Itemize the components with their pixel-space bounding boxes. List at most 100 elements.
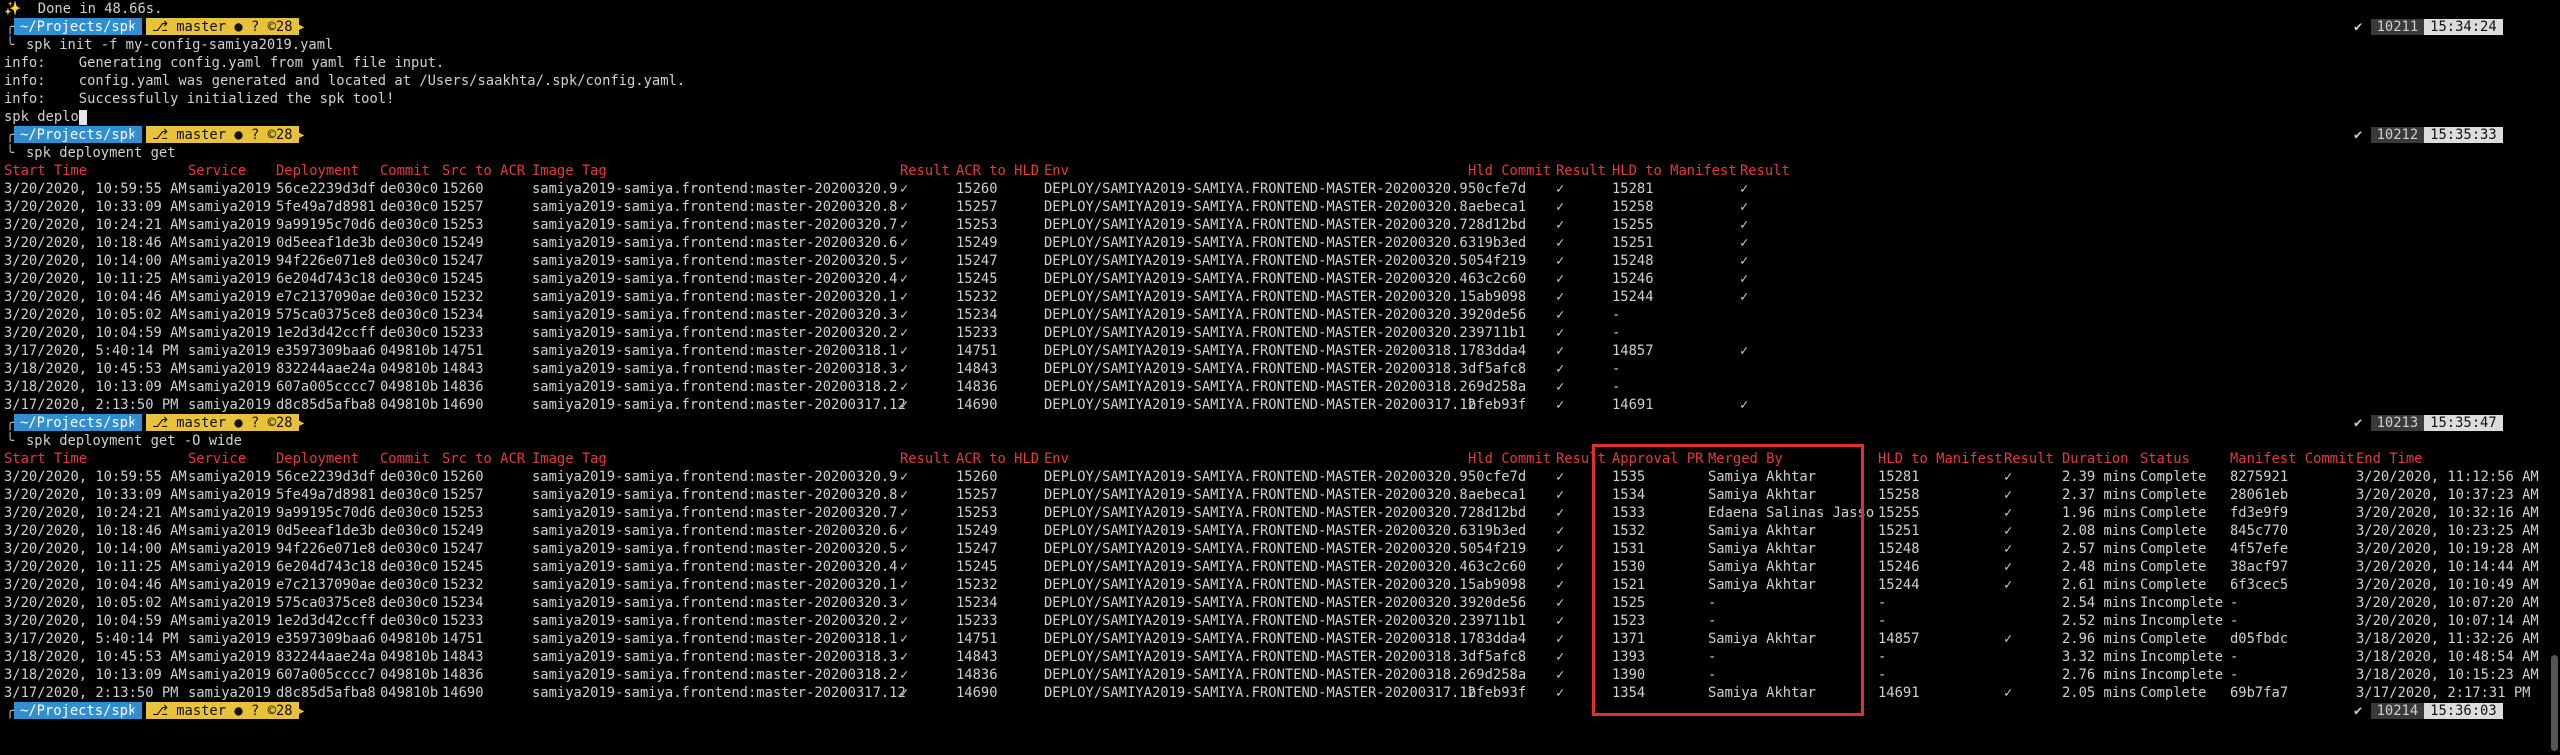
table-cell: 3/20/2020, 10:18:46 AM	[4, 523, 187, 539]
table-cell: DEPLOY/SAMIYA2019-SAMIYA.FRONTEND-MASTER…	[1044, 379, 1468, 395]
table-cell: 3/17/2020, 5:40:14 PM	[4, 631, 179, 647]
table-cell: 69b7fa7	[2230, 685, 2289, 701]
table-cell: 3/18/2020, 10:13:09 AM	[4, 379, 187, 395]
done-message: ✨ Done in 48.66s.	[4, 1, 163, 17]
table-cell: 3/20/2020, 10:04:46 AM	[4, 577, 187, 593]
table-cell: 15247	[442, 541, 484, 557]
table-cell: samiya2019-samiya.frontend:master-202003…	[532, 253, 898, 269]
table-cell: DEPLOY/SAMIYA2019-SAMIYA.FRONTEND-MASTER…	[1044, 289, 1468, 305]
table-cell: samiya2019	[188, 505, 272, 521]
table-row: 3/17/2020, 2:13:50 PM samiya2019 d8c85d5af…	[0, 684, 2560, 702]
table-cell: 3/20/2020, 10:11:25 AM	[4, 271, 187, 287]
table-cell: samiya2019	[188, 667, 272, 683]
table-cell: ✓	[2004, 541, 2013, 557]
table-row: 3/20/2020, 10:59:55 AM samiya2019 56ce2239…	[0, 180, 2560, 198]
table-cell: 319b3ed	[1468, 523, 1527, 539]
table-cell: Complete	[2140, 685, 2207, 701]
table-cell: 15248	[1878, 541, 1920, 557]
command-text: spk deployment get	[26, 145, 176, 161]
output-line: info: config.yaml was generated and loca…	[0, 72, 2560, 90]
typed-command: spk deplo	[4, 109, 79, 125]
table-cell: 6f3cec5	[2230, 577, 2289, 593]
table-cell: ✓	[1556, 487, 1565, 503]
check-icon: ✔	[2354, 127, 2371, 143]
table-cell: ✓	[900, 397, 909, 413]
table-cell: 575ca0375ce8	[276, 307, 376, 323]
table-cell: 2.52 mins	[2062, 613, 2137, 629]
table-cell: 15233	[442, 325, 484, 341]
table-cell: d05fbdc	[2230, 631, 2289, 647]
table-cell: DEPLOY/SAMIYA2019-SAMIYA.FRONTEND-MASTER…	[1044, 469, 1468, 485]
table-cell: ✓	[900, 559, 909, 575]
output-line: info: Successfully initialized the spk t…	[0, 90, 2560, 108]
table-cell: 14843	[956, 649, 998, 665]
column-header: ACR to HLD	[956, 451, 1040, 467]
column-header: HLD to Manifest	[1612, 163, 1737, 179]
prompt-corner-icon: ╭	[6, 127, 15, 143]
prompt-path: ~/Projects/spk	[14, 18, 143, 35]
table-cell: samiya2019-samiya.frontend:master-202003…	[532, 595, 898, 611]
table-cell: 3/20/2020, 10:07:14 AM	[2356, 613, 2539, 629]
table-cell: DEPLOY/SAMIYA2019-SAMIYA.FRONTEND-MASTER…	[1044, 541, 1468, 557]
prompt-time: 15:34:24	[2424, 19, 2503, 35]
table-cell: DEPLOY/SAMIYA2019-SAMIYA.FRONTEND-MASTER…	[1044, 631, 1468, 647]
table-cell: 14690	[956, 685, 998, 701]
scrollbar[interactable]	[2551, 655, 2558, 751]
table-cell: 3/20/2020, 10:11:25 AM	[4, 559, 187, 575]
table-cell: DEPLOY/SAMIYA2019-SAMIYA.FRONTEND-MASTER…	[1044, 595, 1468, 611]
table-cell: ✓	[1556, 235, 1565, 251]
table-cell: ✓	[1740, 217, 1749, 233]
table-cell: 15244	[1878, 577, 1920, 593]
table-cell: samiya2019	[188, 397, 272, 413]
table-cell: samiya2019-samiya.frontend:master-202003…	[532, 559, 898, 575]
prompt-arrow-icon: ▶	[296, 703, 305, 719]
table-cell: DEPLOY/SAMIYA2019-SAMIYA.FRONTEND-MASTER…	[1044, 487, 1468, 503]
table-cell: ✓	[900, 253, 909, 269]
table-cell: samiya2019	[188, 235, 272, 251]
table-row: 3/20/2020, 10:04:59 AM samiya2019 1e2d3d42…	[0, 324, 2560, 342]
table-cell: Complete	[2140, 487, 2207, 503]
prompt-arrow-icon: ▶	[296, 415, 305, 431]
table-cell: samiya2019-samiya.frontend:master-202003…	[532, 487, 898, 503]
table-cell: ✓	[900, 613, 909, 629]
prompt-path: ~/Projects/spk	[14, 702, 143, 719]
table-cell: 15246	[1878, 559, 1920, 575]
table-cell: ✓	[1740, 253, 1749, 269]
table-cell: ✓	[1556, 595, 1565, 611]
table-cell: 14690	[956, 397, 998, 413]
column-header: Deployment	[276, 163, 360, 179]
table-cell: 8275921	[2230, 469, 2289, 485]
table-cell: Incomplete	[2140, 613, 2224, 629]
table-cell: DEPLOY/SAMIYA2019-SAMIYA.FRONTEND-MASTER…	[1044, 271, 1468, 287]
table-cell: DEPLOY/SAMIYA2019-SAMIYA.FRONTEND-MASTER…	[1044, 307, 1468, 323]
table-cell: DEPLOY/SAMIYA2019-SAMIYA.FRONTEND-MASTER…	[1044, 325, 1468, 341]
table-cell: 15245	[442, 271, 484, 287]
table-cell: de030c0	[380, 253, 439, 269]
table-cell: e7c2137090ae	[276, 577, 376, 593]
table-cell: 920de56	[1468, 595, 1527, 611]
command-text: spk deployment get -O wide	[26, 433, 242, 449]
table-cell: 1e2d3d42ccff	[276, 325, 376, 341]
table-cell: 049810b	[380, 343, 439, 359]
table-cell: de030c0	[380, 613, 439, 629]
table-cell: ✓	[1556, 631, 1565, 647]
table-cell: 28d12bd	[1468, 217, 1527, 233]
terminal-window[interactable]: ✨ Done in 48.66s. ~/Projects/spk ╭ ▶ ⎇ maste…	[0, 0, 2560, 755]
table-cell: 3/20/2020, 10:24:21 AM	[4, 505, 187, 521]
table-cell: 15260	[956, 469, 998, 485]
prompt-corner-icon: ╰	[6, 37, 15, 53]
table-cell: e3597309baa6	[276, 343, 376, 359]
table-cell: ✓	[900, 469, 909, 485]
table-cell: 3/18/2020, 10:13:09 AM	[4, 667, 187, 683]
column-header: Src to ACR	[442, 163, 526, 179]
table-cell: de030c0	[380, 487, 439, 503]
column-header: Result	[900, 451, 950, 467]
table-cell: samiya2019-samiya.frontend:master-202003…	[532, 649, 898, 665]
table-cell: ✓	[1556, 469, 1565, 485]
table-cell: ✓	[1556, 181, 1565, 197]
table-cell: de030c0	[380, 235, 439, 251]
table-cell: 3/20/2020, 10:33:09 AM	[4, 487, 187, 503]
table-cell: 15255	[1878, 505, 1920, 521]
history-number: 10211	[2370, 19, 2425, 35]
check-icon: ✔	[2354, 703, 2371, 719]
